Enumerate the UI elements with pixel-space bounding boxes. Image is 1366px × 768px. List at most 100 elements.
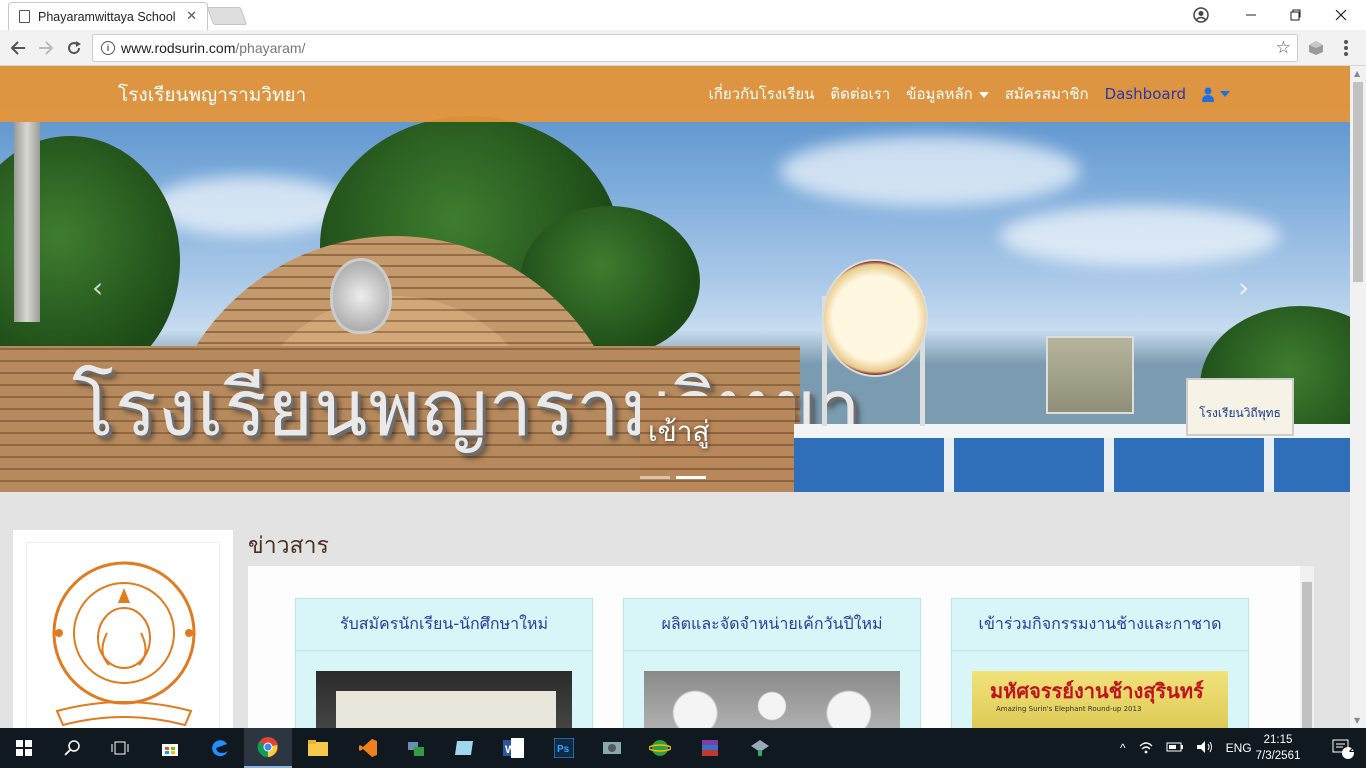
file-explorer-icon[interactable]: [294, 728, 342, 768]
cloud: [780, 136, 1080, 206]
news-card[interactable]: ผลิตและจัดจำหน่ายเค้กวันปีใหม่: [623, 598, 921, 728]
profile-icon[interactable]: [1178, 0, 1224, 30]
clock-time: 21:15: [1263, 734, 1293, 746]
volume-icon[interactable]: [1196, 740, 1214, 757]
tab-title: Phayaramwittaya School: [38, 9, 176, 24]
notifications-icon[interactable]: 2: [1318, 728, 1366, 768]
notepad-icon[interactable]: [440, 728, 488, 768]
news-card-title[interactable]: เข้าร่วมกิจกรรมงานช้างและกาชาด: [952, 599, 1248, 651]
elephant-event-banner: มหัศจรรย์งานช้างสุรินทร์: [990, 679, 1204, 703]
elephant-event-subtitle: Amazing Surin's Elephant Round-up 2013: [996, 705, 1142, 713]
news-heading: ข่าวสาร: [248, 533, 329, 559]
scroll-up-icon[interactable]: ▲: [1354, 69, 1360, 78]
browser-toolbar: i www.rodsurin.com/phayaram/ ☆: [0, 30, 1366, 66]
news-panel-scroll-thumb[interactable]: [1302, 582, 1312, 728]
nav-contact[interactable]: ติดต่อเรา: [830, 82, 890, 106]
tab-bar: Phayaramwittaya School ✕: [0, 0, 1366, 30]
server-app-icon[interactable]: [736, 728, 784, 768]
utility-pole: [14, 122, 40, 322]
url-path: /phayaram/: [235, 40, 306, 56]
cloud: [150, 176, 350, 236]
notification-count: 2: [1349, 744, 1355, 755]
address-bar[interactable]: i www.rodsurin.com/phayaram/ ☆: [92, 34, 1298, 62]
buddhist-school-sign: โรงเรียนวิถีพุทธ: [1186, 378, 1294, 436]
carousel-indicator-active[interactable]: [676, 476, 706, 479]
carousel-next-icon[interactable]: ›: [1238, 271, 1249, 304]
close-window-button[interactable]: [1318, 0, 1364, 30]
windows-start-icon[interactable]: [0, 728, 48, 768]
chevron-down-icon: [978, 91, 989, 98]
show-hidden-icons-icon[interactable]: ^: [1120, 741, 1126, 755]
search-icon[interactable]: [48, 728, 96, 768]
new-tab-button[interactable]: [206, 7, 248, 25]
cloud: [1000, 206, 1280, 266]
page-icon: [19, 10, 30, 23]
svg-text:Ps: Ps: [557, 744, 570, 755]
battery-icon[interactable]: [1166, 741, 1184, 755]
globe-app-icon[interactable]: [636, 728, 684, 768]
photo-detail: [336, 691, 556, 728]
site-brand[interactable]: โรงเรียนพญารามวิทยา: [118, 80, 306, 110]
news-card[interactable]: เข้าร่วมกิจกรรมงานช้างและกาชาด มหัศจรรย์…: [951, 598, 1249, 728]
forward-button[interactable]: [34, 36, 58, 60]
site-navbar: โรงเรียนพญารามวิทยา เกี่ยวกับโรงเรียน ติ…: [0, 66, 1350, 122]
svg-text:W: W: [505, 744, 516, 756]
news-card-title[interactable]: ผลิตและจัดจำหน่ายเค้กวันปีใหม่: [624, 599, 920, 651]
page-scroll-thumb[interactable]: [1353, 82, 1363, 282]
photoshop-icon[interactable]: Ps: [540, 728, 588, 768]
language-indicator[interactable]: ENG: [1226, 741, 1252, 755]
oval-sign: [822, 259, 928, 377]
web-page: โรงเรียนพญารามวิทยา โรงเรียนวิถีพุทธ เข้…: [0, 66, 1350, 728]
user-menu-dropdown[interactable]: [1202, 87, 1230, 102]
signboard: [1046, 336, 1134, 414]
news-card[interactable]: รับสมัครนักเรียน-นักศึกษาใหม่: [295, 598, 593, 728]
wifi-icon[interactable]: [1138, 740, 1154, 757]
photo-icon[interactable]: [316, 671, 572, 728]
nav-links: เกี่ยวกับโรงเรียน ติดต่อเรา ข้อมูลหลัก ส…: [709, 82, 1230, 106]
maximize-button[interactable]: [1272, 0, 1318, 30]
url-host: www.rodsurin.com: [121, 40, 236, 56]
school-logo: [26, 542, 220, 728]
back-button[interactable]: [6, 36, 30, 60]
news-panel-scrollbar[interactable]: [1300, 566, 1314, 728]
clock-date: 7/3/2561: [1255, 750, 1301, 762]
page-scrollbar[interactable]: ▲ ▼: [1350, 66, 1366, 728]
system-tray: ^ ENG: [1120, 728, 1252, 768]
browser-tab[interactable]: Phayaramwittaya School ✕: [8, 2, 208, 30]
network-tool-icon[interactable]: [392, 728, 440, 768]
news-card-title[interactable]: รับสมัครนักเรียน-นักศึกษาใหม่: [296, 599, 592, 651]
nav-register[interactable]: สมัครสมาชิก: [1005, 82, 1089, 106]
carousel-indicators: [640, 476, 706, 479]
news-panel: รับสมัครนักเรียน-นักศึกษาใหม่ ผลิตและจัด…: [248, 566, 1314, 728]
minimize-button[interactable]: [1228, 0, 1274, 30]
nav-main-data-dropdown[interactable]: ข้อมูลหลัก: [906, 82, 989, 106]
media-app-icon[interactable]: [588, 728, 636, 768]
nav-dashboard[interactable]: Dashboard: [1105, 85, 1186, 103]
hero-carousel: โรงเรียนพญารามวิทยา โรงเรียนวิถีพุทธ เข้…: [0, 66, 1350, 492]
edge-browser-icon[interactable]: [196, 728, 244, 768]
reload-button[interactable]: [62, 36, 86, 60]
archive-icon[interactable]: [686, 728, 734, 768]
photo-icon[interactable]: [644, 671, 900, 728]
tab-close-icon[interactable]: ✕: [186, 9, 197, 24]
nav-about[interactable]: เกี่ยวกับโรงเรียน: [709, 82, 815, 106]
taskbar-clock[interactable]: 21:15 7/3/2561: [1252, 732, 1304, 764]
user-icon: [1202, 87, 1214, 102]
scroll-down-icon[interactable]: ▼: [1354, 716, 1360, 725]
bookmark-star-icon[interactable]: ☆: [1276, 38, 1291, 58]
word-icon[interactable]: W: [490, 728, 538, 768]
task-view-icon[interactable]: [96, 728, 144, 768]
main-content: ข่าวสาร รับสมัครนักเรียน-นักศึกษาใหม่ ผล…: [0, 492, 1350, 728]
info-icon[interactable]: i: [101, 41, 115, 55]
menu-icon[interactable]: [1334, 36, 1358, 60]
store-icon[interactable]: [146, 728, 194, 768]
photo-icon[interactable]: มหัศจรรย์งานช้างสุรินทร์ Amazing Surin's…: [972, 671, 1228, 728]
carousel-indicator[interactable]: [640, 476, 670, 479]
blue-fence: [794, 438, 1350, 492]
chrome-browser-icon[interactable]: [244, 728, 292, 768]
extension-icon[interactable]: [1304, 36, 1328, 60]
carousel-prev-icon[interactable]: ‹: [92, 271, 103, 304]
carousel-caption: เข้าสู่: [648, 415, 710, 448]
taskbar: W Ps ^ ENG 21:15 7/3/2561 2: [0, 728, 1366, 768]
visual-studio-icon[interactable]: [344, 728, 392, 768]
